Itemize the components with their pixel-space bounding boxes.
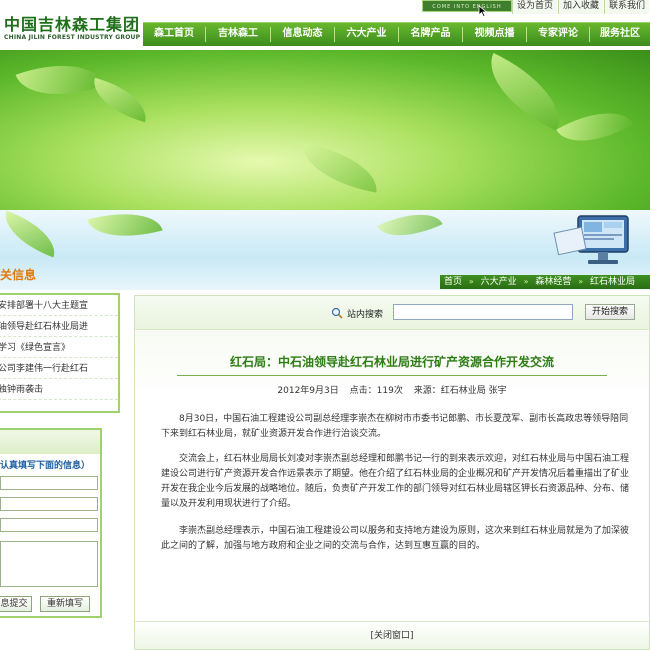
article-source: 来源：红石林业局 张宇	[413, 386, 507, 396]
add-favorite-link[interactable]: 加入收藏	[558, 0, 604, 14]
section-title-area: 关信息	[0, 262, 60, 290]
breadcrumb-current: 红石林业局	[590, 277, 636, 287]
banner-image	[0, 50, 650, 210]
article-paragraph: 李崇杰副总经理表示，中国石油工程建设公司以服务和支持地方建设为原则，这次来到红石…	[161, 526, 630, 551]
breadcrumb-home[interactable]: 首页	[444, 275, 462, 289]
close-window-link[interactable]: [关闭窗口]	[135, 628, 649, 641]
nav-item-home[interactable]: 森工首页	[143, 23, 205, 46]
article-paragraph: 交流会上，红石林业局局长刘凌对李崇杰副总经理和郎鹏书记一行的到来表示欢迎，对红石…	[161, 454, 630, 509]
reset-form-button[interactable]: 重新填写	[40, 596, 90, 612]
pointer-cursor-icon	[478, 5, 488, 17]
logo-title[interactable]: 中国吉林森工集团	[4, 11, 140, 35]
contact-us-link[interactable]: 联系我们	[604, 0, 650, 14]
article-date: 2012年9月3日	[277, 386, 339, 396]
magnifier-icon	[331, 307, 343, 319]
leaf-decoration	[87, 210, 163, 249]
message-phone-field[interactable]	[0, 497, 98, 511]
english-version-button[interactable]: COME INTO ENGLISH	[422, 0, 512, 12]
nav-item-industries[interactable]: 六大产业	[335, 23, 398, 46]
message-form-header	[0, 430, 100, 454]
submit-message-button[interactable]: 息提交	[0, 596, 32, 612]
breadcrumb: 首页 » 六大产业 » 森林经营 » 红石林业局	[440, 275, 650, 289]
double-arrow-icon: »	[578, 277, 584, 286]
news-item[interactable]: 独钟雨袭击	[0, 381, 118, 400]
leaf-decoration	[15, 50, 105, 113]
set-homepage-link[interactable]: 设为首页	[512, 0, 558, 14]
nav-item-experts[interactable]: 专家评论	[527, 23, 589, 46]
search-button[interactable]: 开始搜索	[585, 304, 635, 320]
message-name-field[interactable]	[0, 476, 98, 490]
site-header: 中国吉林森工集团 CHINA JILIN FOREST INDUSTRY GRO…	[0, 0, 650, 50]
message-email-field[interactable]	[0, 518, 98, 532]
article-meta: 2012年9月3日 点击：119次 来源：红石林业局 张宇	[135, 383, 649, 396]
title-divider	[177, 375, 607, 376]
article-title: 红石局：中石油领导赴红石林业局进行矿产资源合作开发交流	[229, 355, 554, 369]
page: 中国吉林森工集团 CHINA JILIN FOREST INDUSTRY GRO…	[0, 0, 650, 650]
article-header: 红石局：中石油领导赴红石林业局进行矿产资源合作开发交流 2012年9月3日 点击…	[135, 331, 649, 396]
leaf-decoration	[377, 210, 443, 250]
leaf-decoration	[556, 94, 634, 160]
article-paragraph: 8月30日，中国石油工程建设公司副总经理李崇杰在柳树市市委书记郎鹏、市长夏茂军、…	[161, 414, 629, 439]
leaf-decoration	[87, 77, 153, 123]
main-nav: 森工首页 吉林森工 信息动态 六大产业 名牌产品 视频点播 专家评论 服务社区	[143, 22, 650, 46]
article-hits: 点击：119次	[349, 386, 403, 396]
computer-monitor-icon	[553, 215, 629, 264]
double-arrow-icon: »	[523, 277, 529, 286]
leaf-decoration	[297, 143, 383, 193]
nav-item-jilin-forest[interactable]: 吉林森工	[206, 23, 270, 46]
news-item[interactable]: 学习《绿色宣言》	[0, 339, 118, 358]
article-panel: 站内搜索 开始搜索 红石局：中石油领导赴红石林业局进行矿产资源合作开发交流 20…	[134, 295, 650, 650]
news-item[interactable]: 公司李建伟一行赴红石	[0, 360, 118, 379]
top-links: COME INTO ENGLISH 设为首页 加入收藏 联系我们	[418, 0, 650, 17]
search-input[interactable]	[393, 304, 573, 320]
news-item[interactable]: 安排部署十八大主题宣	[0, 297, 118, 316]
news-item[interactable]: 油领导赴红石林业局进	[0, 318, 118, 337]
breadcrumb-industries[interactable]: 六大产业	[481, 275, 517, 289]
message-content-field[interactable]	[0, 541, 98, 587]
message-form-hint: 认真填写下面的信息）	[0, 461, 91, 471]
logo-subtitle: CHINA JILIN FOREST INDUSTRY GROUP	[4, 34, 141, 41]
search-bar: 站内搜索 开始搜索	[135, 296, 649, 330]
leaf-decoration	[0, 210, 63, 258]
article-footer: [关闭窗口]	[135, 621, 649, 649]
section-title: 关信息	[0, 268, 37, 282]
breadcrumb-forest-management[interactable]: 森林经营	[535, 275, 571, 289]
leaf-decoration	[474, 53, 576, 131]
nav-item-brands[interactable]: 名牌产品	[399, 23, 462, 46]
double-arrow-icon: »	[468, 277, 474, 286]
nav-item-news[interactable]: 信息动态	[271, 23, 334, 46]
nav-item-video[interactable]: 视频点播	[463, 23, 526, 46]
related-news-box: 安排部署十八大主题宣 油领导赴红石林业局进 学习《绿色宣言》 公司李建伟一行赴红…	[0, 293, 120, 413]
search-label: 站内搜索	[347, 310, 384, 320]
nav-item-community[interactable]: 服务社区	[590, 23, 650, 46]
